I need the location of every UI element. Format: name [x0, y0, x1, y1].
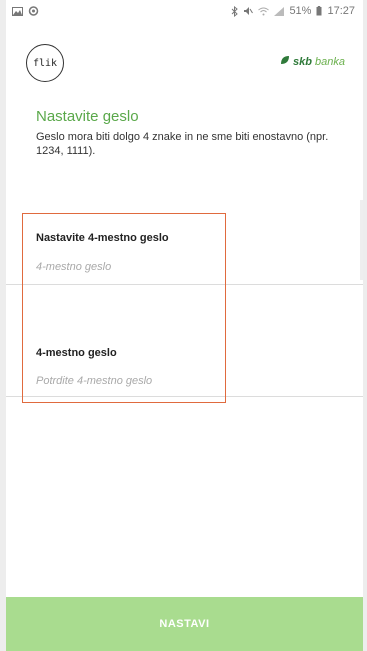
bank-logo-part1: skb: [293, 55, 313, 68]
skb-leaf-icon: [280, 55, 290, 68]
intro-section: Nastavite geslo Geslo mora biti dolgo 4 …: [36, 108, 336, 158]
skb-banka-logo: skb banka: [280, 55, 345, 68]
bluetooth-icon: [231, 5, 239, 17]
notification-icon: [28, 6, 39, 16]
mute-icon: [243, 6, 254, 16]
confirm-pin-label: 4-mestno geslo: [36, 347, 117, 359]
page-title: Nastavite geslo: [36, 108, 139, 125]
status-bar: 51% 17:27: [6, 0, 363, 22]
status-left: [12, 6, 39, 16]
battery-percent: 51%: [289, 5, 312, 17]
page-description: Geslo mora biti dolgo 4 znake in ne sme …: [36, 131, 329, 157]
confirm-pin-input[interactable]: [36, 375, 336, 387]
status-time: 17:27: [327, 5, 355, 17]
signal-icon: [274, 6, 285, 16]
wifi-icon: [258, 7, 270, 16]
confirm-pin-row: 4-mestno geslo: [6, 285, 363, 397]
continue-button[interactable]: NASTAVI: [6, 597, 363, 651]
pin-row: Nastavite 4-mestno geslo: [6, 215, 363, 285]
battery-icon: [316, 6, 322, 16]
flik-logo: flik: [26, 44, 64, 82]
flik-logo-text: flik: [32, 57, 58, 69]
pin-label: Nastavite 4-mestno geslo: [36, 232, 169, 244]
gallery-icon: [12, 6, 23, 16]
pin-input[interactable]: [36, 261, 336, 273]
phone-screen: 51% 17:27 flik skb banka Nastavite geslo …: [0, 0, 367, 651]
bank-logo-part2: banka: [315, 55, 345, 68]
app-header: flik skb banka: [6, 38, 363, 88]
status-right: 51% 17:27: [231, 5, 355, 17]
